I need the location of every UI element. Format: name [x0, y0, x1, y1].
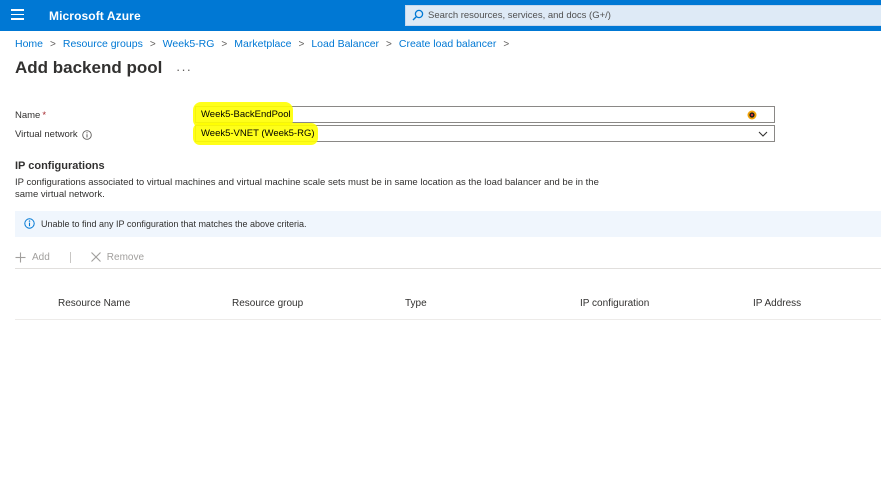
chevron-down-icon[interactable] [758, 129, 768, 139]
column-header-ip-configuration[interactable]: IP configuration [580, 298, 649, 309]
name-field-value: Week5-BackEndPool [201, 109, 291, 120]
search-input[interactable]: Search resources, services, and docs (G+… [405, 5, 881, 26]
plus-icon [15, 252, 26, 262]
search-icon [412, 9, 424, 21]
column-header-type[interactable]: Type [405, 298, 427, 309]
search-placeholder: Search resources, services, and docs (G+… [428, 10, 611, 21]
info-icon[interactable] [81, 129, 92, 140]
breadcrumb-marketplace[interactable]: Marketplace [234, 38, 291, 50]
info-icon [24, 218, 35, 229]
chevron-right-icon: > [386, 38, 392, 50]
top-bar: Microsoft Azure Search resources, servic… [0, 0, 881, 31]
chevron-right-icon: > [503, 38, 510, 50]
add-button[interactable]: Add [15, 252, 50, 263]
table-header: Resource Name Resource group Type IP con… [15, 297, 881, 319]
breadcrumb-resource-groups[interactable]: Resource groups [63, 38, 143, 50]
name-label-text: Name [15, 110, 41, 121]
required-marker: * [42, 110, 47, 121]
add-button-label: Add [32, 251, 50, 263]
divider [15, 319, 881, 320]
vnet-label-text: Virtual network [15, 129, 78, 140]
vnet-dropdown-value: Week5-VNET (Week5-RG) [201, 128, 315, 139]
column-header-resource-name[interactable]: Resource Name [58, 298, 130, 309]
remove-button[interactable]: Remove [90, 251, 145, 263]
chevron-right-icon: > [50, 38, 56, 50]
breadcrumb-create-load-balancer[interactable]: Create load balancer [399, 38, 496, 50]
breadcrumb-load-balancer[interactable]: Load Balancer [311, 38, 379, 50]
hamburger-icon[interactable] [11, 9, 24, 21]
vnet-label: Virtual network [15, 129, 92, 140]
breadcrumb-home[interactable]: Home [15, 38, 43, 50]
info-message-text: Unable to find any IP configuration that… [41, 219, 307, 229]
breadcrumb-week5-rg[interactable]: Week5-RG [163, 38, 215, 50]
vnet-dropdown[interactable]: Week5-VNET (Week5-RG) [193, 123, 775, 145]
more-options-icon[interactable]: ··· [176, 62, 192, 77]
section-title: IP configurations [15, 160, 105, 172]
section-description: IP configurations associated to virtual … [15, 177, 599, 200]
divider [15, 268, 881, 269]
chevron-right-icon: > [298, 38, 305, 50]
column-header-resource-group[interactable]: Resource group [232, 298, 303, 309]
close-icon [90, 252, 101, 262]
validation-icon [747, 110, 757, 120]
breadcrumb: Home > Resource groups > Week5-RG > Mark… [15, 38, 516, 50]
page-title: Add backend pool [15, 58, 163, 77]
name-field[interactable]: Week5-BackEndPool [193, 102, 775, 128]
command-bar: Add Remove [15, 248, 144, 266]
chevron-right-icon: > [149, 38, 156, 50]
column-header-ip-address[interactable]: IP Address [753, 298, 801, 309]
info-message-bar: Unable to find any IP configuration that… [15, 211, 881, 237]
brand-title[interactable]: Microsoft Azure [49, 9, 141, 23]
remove-button-label: Remove [106, 251, 145, 263]
divider [69, 251, 71, 263]
name-label: Name * [15, 110, 46, 121]
chevron-right-icon: > [221, 38, 228, 50]
